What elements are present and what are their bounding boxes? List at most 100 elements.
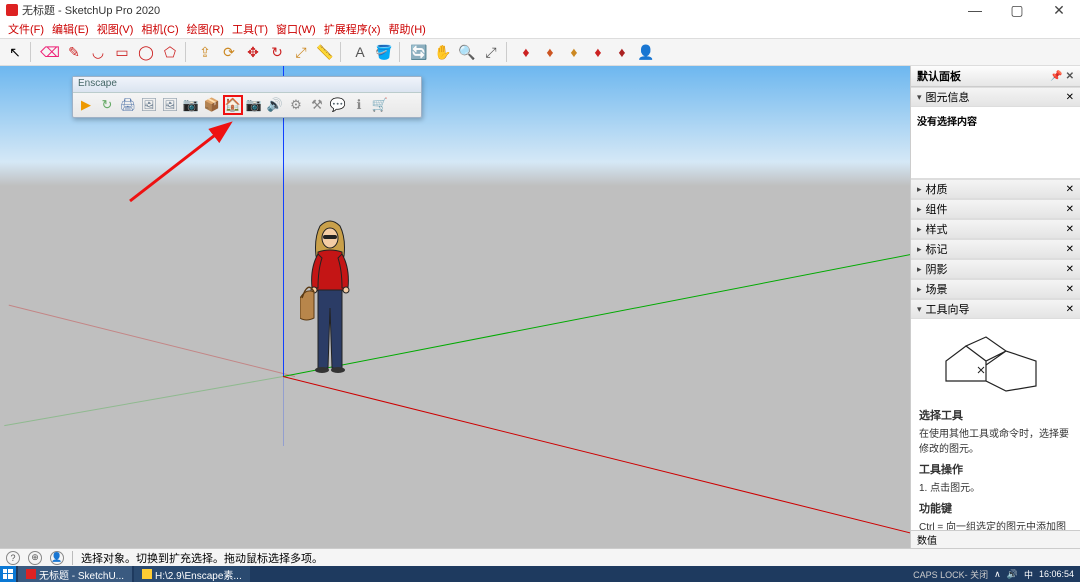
axis-blue-neg <box>283 376 284 446</box>
tool-ruby4[interactable]: ♦ <box>587 41 609 63</box>
panel-close-icon[interactable]: ✕ <box>1066 264 1074 275</box>
panel-close-icon[interactable]: ✕ <box>1066 244 1074 255</box>
user-icon[interactable]: 👤 <box>50 551 64 565</box>
tool-warehouse[interactable]: 👤 <box>635 41 657 63</box>
menu-0[interactable]: 文件(F) <box>6 21 46 37</box>
axis-red <box>283 376 910 546</box>
task-sketchup[interactable]: 无标题 - SketchU... <box>18 566 132 582</box>
panel-close-icon[interactable]: ✕ <box>1066 184 1074 195</box>
enscape-pkg-button[interactable]: 📦 <box>202 95 222 115</box>
enscape-export-button[interactable]: 🖨 <box>118 95 138 115</box>
enscape-video-button[interactable]: 📷 <box>181 95 201 115</box>
geo-icon[interactable]: ⊕ <box>28 551 42 565</box>
help-icon[interactable]: ? <box>6 551 20 565</box>
tool-move[interactable]: ✥ <box>242 41 264 63</box>
tool-ruby5[interactable]: ♦ <box>611 41 633 63</box>
panel-4[interactable]: 阴影✕ <box>911 259 1080 279</box>
tray-title-bar[interactable]: 默认面板 📌 ✕ <box>911 66 1080 87</box>
menu-2[interactable]: 视图(V) <box>95 21 136 37</box>
tool-circle[interactable]: ◯ <box>135 41 157 63</box>
panel-2[interactable]: 样式✕ <box>911 219 1080 239</box>
panel-0[interactable]: 材质✕ <box>911 179 1080 199</box>
enscape-batch-button[interactable]: 🖼 <box>160 95 180 115</box>
tool-tape[interactable]: 📏 <box>314 41 336 63</box>
title-bar: 无标题 - SketchUp Pro 2020 — ▢ ✕ <box>0 0 1080 20</box>
enscape-toolbar[interactable]: Enscape ▶↻🖨🖼🖼📷📦🏠📷🔊⚙⚒💬ℹ🛒 <box>72 76 422 118</box>
menu-6[interactable]: 窗口(W) <box>274 21 318 37</box>
tool-zoom-ext[interactable]: ⤢ <box>480 41 502 63</box>
enscape-visual-button[interactable]: ⚙ <box>286 95 306 115</box>
panel-close-icon[interactable]: ✕ <box>1066 204 1074 215</box>
system-tray[interactable]: CAPS LOCK- 关闭 ∧🔊中 16:06:54 <box>907 568 1080 581</box>
tool-pushpull[interactable]: ⇪ <box>194 41 216 63</box>
enscape-general-button[interactable]: ⚒ <box>307 95 327 115</box>
enscape-start-button[interactable]: ▶ <box>76 95 96 115</box>
windows-taskbar: 无标题 - SketchU...H:\2.9\Enscape素... CAPS … <box>0 566 1080 582</box>
start-button[interactable] <box>0 566 16 582</box>
main-toolbar: ↖⌫✎◡▭◯⬠⇪⟳✥↻⤢📏A🪣🔄✋🔍⤢♦♦♦♦♦👤 <box>0 38 1080 66</box>
measurement-box: 数值 <box>911 530 1080 548</box>
menu-8[interactable]: 帮助(H) <box>387 21 428 37</box>
menu-1[interactable]: 编辑(E) <box>50 21 91 37</box>
maximize-button[interactable]: ▢ <box>1002 2 1032 19</box>
tool-select[interactable]: ↖ <box>4 41 26 63</box>
minimize-button[interactable]: — <box>960 2 990 19</box>
tool-eraser[interactable]: ⌫ <box>39 41 61 63</box>
tool-pan[interactable]: ✋ <box>432 41 454 63</box>
panel-6[interactable]: 工具向导✕ <box>911 299 1080 319</box>
tool-paint[interactable]: 🪣 <box>373 41 395 63</box>
workspace: Enscape ▶↻🖨🖼🖼📷📦🏠📷🔊⚙⚒💬ℹ🛒 默认面板 📌 ✕ 图元信息 ✕ … <box>0 66 1080 548</box>
tool-orbit[interactable]: 🔄 <box>408 41 430 63</box>
instructor-panel: 选择工具 在使用其他工具或命令时，选择要修改的图元。 工具操作 1. 点击图元。… <box>911 319 1080 530</box>
axis-red-neg <box>9 305 295 377</box>
enscape-sync-button[interactable]: ↻ <box>97 95 117 115</box>
scale-figure[interactable] <box>300 218 360 378</box>
enscape-about-button[interactable]: ℹ <box>349 95 369 115</box>
panel-close-icon[interactable]: ✕ <box>1066 224 1074 235</box>
panel-entity-info[interactable]: 图元信息 ✕ <box>911 87 1080 107</box>
panel-close-icon[interactable]: ✕ <box>1066 284 1074 295</box>
enscape-toolbar-title[interactable]: Enscape <box>73 77 421 93</box>
viewport[interactable]: Enscape ▶↻🖨🖼🖼📷📦🏠📷🔊⚙⚒💬ℹ🛒 <box>0 66 910 548</box>
menu-3[interactable]: 相机(C) <box>139 21 180 37</box>
tool-rotate[interactable]: ↻ <box>266 41 288 63</box>
menu-4[interactable]: 绘图(R) <box>185 21 226 37</box>
tool-ruby1[interactable]: ♦ <box>515 41 537 63</box>
panel-1[interactable]: 组件✕ <box>911 199 1080 219</box>
panel-close-icon[interactable]: ✕ <box>1066 304 1074 315</box>
enscape-license-button[interactable]: 🛒 <box>370 95 390 115</box>
status-hint: 选择对象。切换到扩充选择。拖动鼠标选择多项。 <box>81 550 323 566</box>
app-icon <box>6 4 18 16</box>
tool-polygon[interactable]: ⬠ <box>159 41 181 63</box>
menu-bar: 文件(F)编辑(E)视图(V)相机(C) 绘图(R)工具(T)窗口(W)扩展程序(… <box>0 20 1080 38</box>
axis-green-neg <box>4 376 283 426</box>
window-title: 无标题 - SketchUp Pro 2020 <box>22 2 160 18</box>
tool-arc[interactable]: ◡ <box>87 41 109 63</box>
tool-offset[interactable]: ⟳ <box>218 41 240 63</box>
tool-ruby3[interactable]: ♦ <box>563 41 585 63</box>
tool-scale[interactable]: ⤢ <box>290 41 312 63</box>
panel-5[interactable]: 场景✕ <box>911 279 1080 299</box>
tool-text[interactable]: A <box>349 41 371 63</box>
caps-indicator: CAPS LOCK- 关闭 <box>913 568 988 581</box>
tool-rect[interactable]: ▭ <box>111 41 133 63</box>
entity-info-body: 没有选择内容 <box>911 107 1080 179</box>
tool-zoom[interactable]: 🔍 <box>456 41 478 63</box>
tray-pin-icon[interactable]: 📌 ✕ <box>1050 71 1074 82</box>
menu-5[interactable]: 工具(T) <box>230 21 270 37</box>
default-tray: 默认面板 📌 ✕ 图元信息 ✕ 没有选择内容 材质✕组件✕样式✕标记✕阴影✕场景… <box>910 66 1080 548</box>
tool-line[interactable]: ✎ <box>63 41 85 63</box>
close-button[interactable]: ✕ <box>1044 2 1074 19</box>
panel-3[interactable]: 标记✕ <box>911 239 1080 259</box>
tray-title: 默认面板 <box>917 68 961 84</box>
axis-green <box>283 242 910 377</box>
enscape-assets-button[interactable]: 🏠 <box>223 95 243 115</box>
instructor-illustration <box>936 331 1056 401</box>
enscape-feedback-button[interactable]: 💬 <box>328 95 348 115</box>
menu-7[interactable]: 扩展程序(x) <box>322 21 383 37</box>
enscape-sound-button[interactable]: 🔊 <box>265 95 285 115</box>
enscape-screenshot-button[interactable]: 🖼 <box>139 95 159 115</box>
enscape-album-button[interactable]: 📷 <box>244 95 264 115</box>
task-explorer[interactable]: H:\2.9\Enscape素... <box>134 566 250 582</box>
tool-ruby2[interactable]: ♦ <box>539 41 561 63</box>
